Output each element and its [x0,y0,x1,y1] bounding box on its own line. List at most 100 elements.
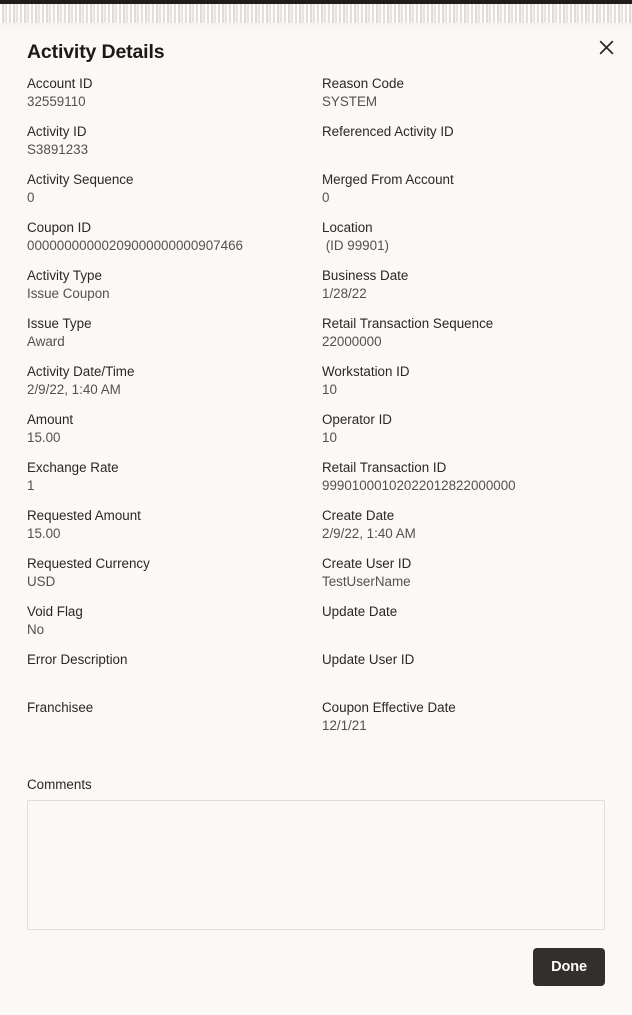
comments-label: Comments [27,777,92,792]
detail-field: Referenced Activity ID [322,123,612,159]
detail-field-label: Coupon Effective Date [322,700,456,715]
detail-field-value [27,717,307,735]
detail-field: Void Flag No [27,603,307,639]
detail-field: Account ID 32559110 [27,75,307,111]
field-spacer [27,735,307,747]
detail-field: Retail Transaction Sequence 22000000 [322,315,612,351]
detail-field: Activity Date/Time 2/9/22, 1:40 AM [27,363,307,399]
close-button[interactable] [592,33,620,61]
detail-field-label: Workstation ID [322,364,410,379]
detail-field-label: Error Description [27,652,128,667]
details-column-right: Reason Code SYSTEM Referenced Activity ID M… [322,75,612,747]
detail-field-value: 12/1/21 [322,718,367,733]
detail-field: Error Description [27,651,307,687]
field-spacer [322,687,612,699]
detail-field-value: 00000000000209000000000907466 [27,238,243,253]
detail-field-value [322,141,612,159]
detail-field-label: Retail Transaction Sequence [322,316,494,331]
detail-field-value: USD [27,574,56,589]
detail-field: Update Date [322,603,612,639]
detail-field-label: Requested Currency [27,556,150,571]
detail-field-label: Franchisee [27,700,94,715]
detail-field-value: 22000000 [322,334,382,349]
dialog-footer: Done [0,920,632,1015]
done-button[interactable]: Done [533,948,605,986]
detail-field-value [27,669,307,687]
detail-field-label: Referenced Activity ID [322,124,454,139]
detail-field-value: SYSTEM [322,94,378,109]
field-spacer [322,303,612,315]
detail-field-value: 10 [322,430,337,445]
detail-field: Exchange Rate 1 [27,459,307,495]
details-column-left: Account ID 32559110 Activity ID S3891233 Act… [27,75,307,747]
detail-field-value: 15.00 [27,526,61,541]
detail-field-label: Exchange Rate [27,460,119,475]
field-spacer [27,543,307,555]
detail-field-value: S3891233 [27,142,89,157]
detail-field-label: Create Date [322,508,395,523]
field-spacer [27,111,307,123]
blurred-backdrop-band [0,4,632,23]
detail-field: Coupon Effective Date 12/1/21 [322,699,612,735]
field-spacer [322,351,612,363]
detail-field: Create User ID TestUserName [322,555,612,591]
detail-field-value: 2/9/22, 1:40 AM [322,526,416,541]
detail-field: Issue Type Award [27,315,307,351]
detail-field-value: 32559110 [27,94,86,109]
field-spacer [322,639,612,651]
detail-field: Location (ID 99901) [322,219,612,255]
field-spacer [322,591,612,603]
detail-field: Reason Code SYSTEM [322,75,612,111]
detail-field-value: 10 [322,382,337,397]
field-spacer [322,207,612,219]
detail-field-label: Retail Transaction ID [322,460,447,475]
detail-field: Business Date 1/28/22 [322,267,612,303]
field-spacer [322,735,612,747]
detail-field-label: Amount [27,412,74,427]
field-spacer [322,447,612,459]
detail-field-label: Account ID [27,76,93,91]
page-title: Activity Details [27,41,165,63]
detail-field: Merged From Account 0 [322,171,612,207]
field-spacer [27,447,307,459]
detail-field-value: TestUserName [322,574,411,589]
field-spacer [27,159,307,171]
field-spacer [322,159,612,171]
detail-field-value: 0 [322,190,330,205]
comments-block: Comments [27,776,605,935]
detail-field-label: Update User ID [322,652,415,667]
detail-field-value: No [27,622,45,637]
detail-field: Activity ID S3891233 [27,123,307,159]
field-spacer [322,255,612,267]
field-spacer [322,495,612,507]
field-spacer [322,543,612,555]
detail-field-value: Issue Coupon [27,286,110,301]
detail-field-label: Location [322,220,373,235]
field-spacer [27,303,307,315]
field-spacer [27,687,307,699]
field-spacer [27,591,307,603]
detail-field-label: Business Date [322,268,409,283]
activity-details-dialog: Activity Details Account ID 32559110 Activ… [0,30,632,1015]
detail-field-label: Void Flag [27,604,83,619]
close-icon [599,40,614,55]
detail-field: Requested Amount 15.00 [27,507,307,543]
detail-field: Coupon ID 00000000000209000000000907466 [27,219,307,255]
detail-field-label: Activity ID [27,124,87,139]
detail-field-label: Create User ID [322,556,412,571]
detail-field-label: Reason Code [322,76,404,91]
detail-field-label: Update Date [322,604,398,619]
detail-field: Activity Type Issue Coupon [27,267,307,303]
detail-field-value: 2/9/22, 1:40 AM [27,382,121,397]
detail-field-label: Requested Amount [27,508,141,523]
detail-field-value: 0 [27,190,35,205]
detail-field-label: Issue Type [27,316,92,331]
comments-input[interactable] [27,800,605,930]
detail-field-value: (ID 99901) [322,238,389,253]
field-spacer [27,207,307,219]
field-spacer [27,351,307,363]
detail-field-value: 99901000102022012822000000 [322,478,516,493]
detail-field-label: Activity Sequence [27,172,134,187]
field-spacer [27,495,307,507]
detail-field-label: Activity Type [27,268,102,283]
